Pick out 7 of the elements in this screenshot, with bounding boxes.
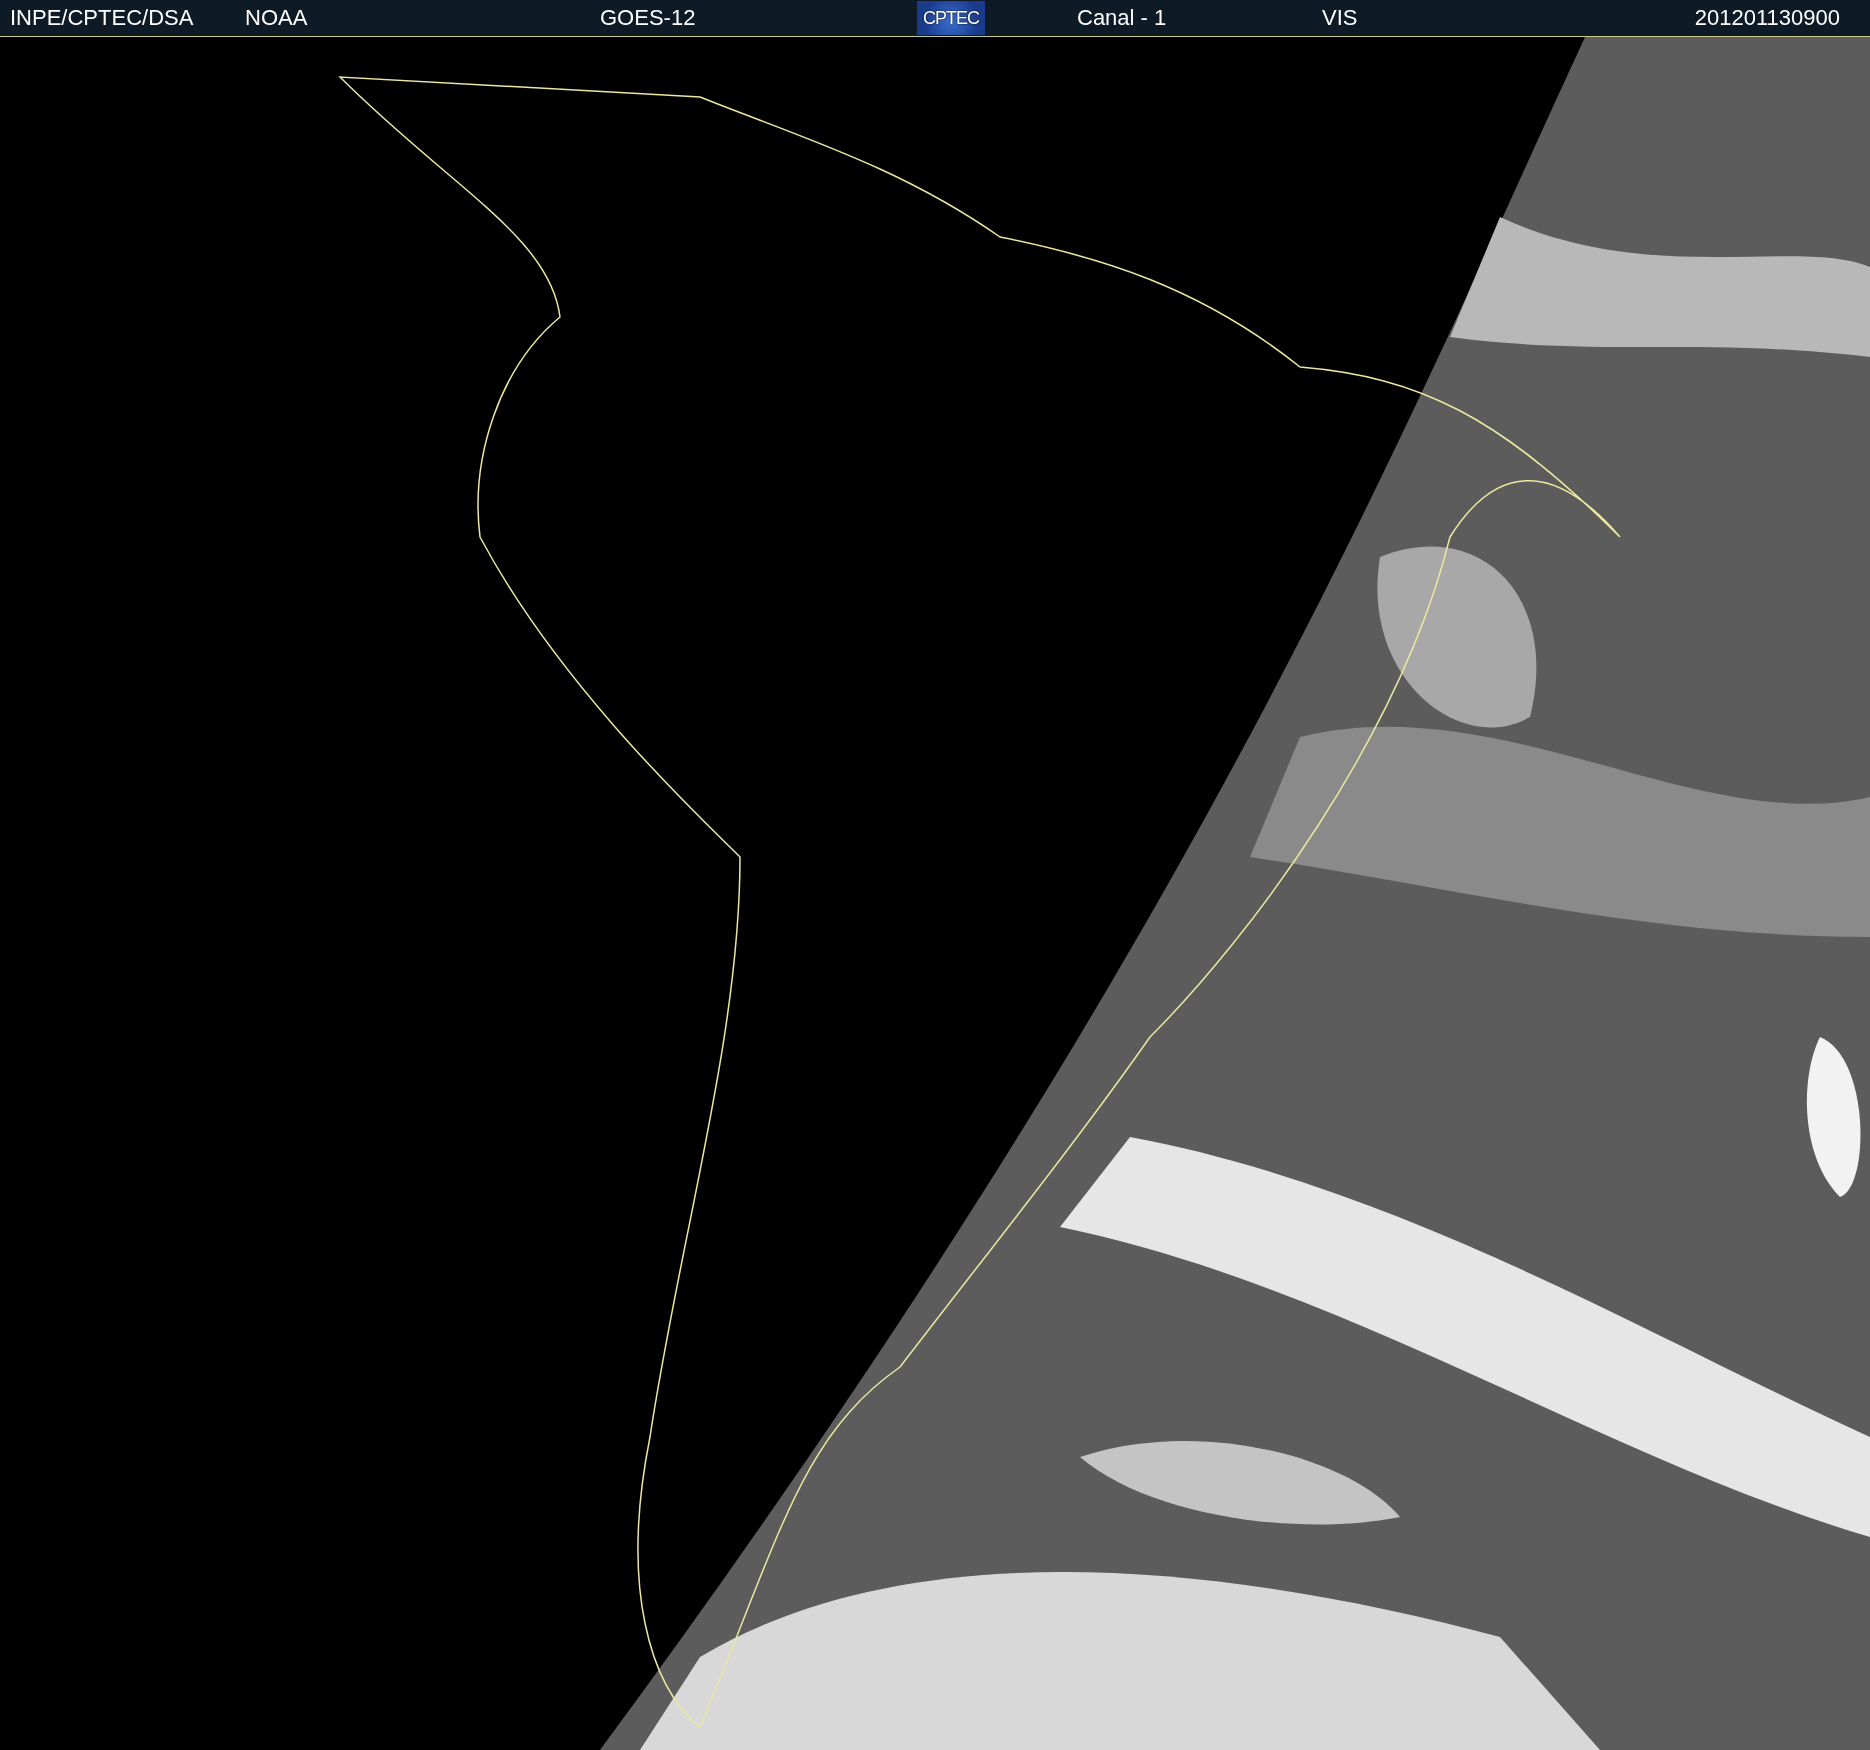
channel-label: Canal - 1 [1077,5,1167,31]
timestamp-label: 201201130900 [1694,5,1840,31]
source-label: INPE/CPTEC/DSA [10,5,194,31]
satellite-label: GOES-12 [600,5,696,31]
agency-label: NOAA [245,5,308,31]
band-label: VIS [1322,5,1358,31]
logo: CPTEC [917,1,985,35]
